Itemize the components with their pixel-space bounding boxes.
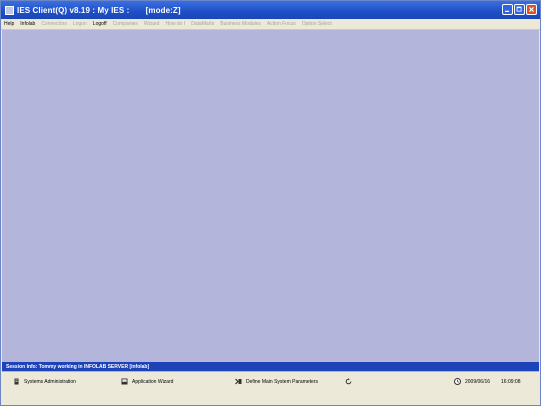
window-title: IES Client(Q) v8.19 : My IES : [mode:Z] (17, 5, 181, 15)
minimize-icon (505, 10, 510, 12)
app-icon[interactable] (5, 5, 14, 15)
maximize-button[interactable] (514, 4, 525, 15)
menu-action-focus[interactable]: Action Focus (264, 21, 299, 27)
menu-logon[interactable]: Logon (70, 21, 90, 27)
main-workspace[interactable] (2, 30, 539, 362)
application-wizard-label: Application Wizard (132, 378, 174, 385)
application-wizard-button[interactable]: Application Wizard (121, 378, 173, 385)
status-date: 2009/06/16 (465, 378, 491, 385)
session-info-bar: Session Info: Tommy working in INFOLAB S… (2, 362, 539, 371)
session-info-text: Session Info: Tommy working in INFOLAB S… (6, 363, 150, 370)
refresh-icon (345, 378, 352, 385)
close-button[interactable] (526, 4, 537, 15)
close-icon (529, 7, 534, 12)
clock-icon (454, 378, 461, 385)
menu-wizard[interactable]: Wizard (141, 21, 163, 27)
define-main-system-parameters-button[interactable]: Define Main System Parameters (235, 378, 318, 385)
ies-client-window: IES Client(Q) v8.19 : My IES : [mode:Z] … (0, 0, 541, 406)
menu-datamarts[interactable]: DataMarts (188, 21, 217, 27)
parameters-icon (235, 378, 242, 385)
menu-connectors[interactable]: Connectors (38, 21, 70, 27)
menu-infolab[interactable]: Infolab (17, 21, 38, 27)
systems-administration-label: Systems Administration (24, 378, 76, 385)
define-main-system-parameters-label: Define Main System Parameters (246, 378, 318, 385)
clock-area: 2009/06/16 16:09:08 (454, 378, 521, 385)
menu-companies[interactable]: Companies (110, 21, 141, 27)
wizard-icon (121, 378, 128, 385)
minimize-button[interactable] (502, 4, 513, 15)
window-bottom-strip (2, 392, 539, 405)
menu-logoff[interactable]: Logoff (90, 21, 110, 27)
window-controls (502, 4, 537, 15)
maximize-icon (516, 6, 522, 12)
menu-option-select[interactable]: Option Select (299, 21, 335, 27)
status-time: 16:09:08 (501, 378, 521, 385)
menu-bar: Help Infolab Connectors Logon Logoff Com… (1, 19, 540, 30)
refresh-button[interactable] (345, 378, 356, 385)
server-icon (14, 378, 19, 385)
menu-how-do-i[interactable]: How do I (162, 21, 188, 27)
menu-help[interactable]: Help (1, 21, 17, 27)
systems-administration-button[interactable]: Systems Administration (13, 378, 76, 385)
menu-business-modules[interactable]: Business Modules (217, 21, 264, 27)
title-bar[interactable]: IES Client(Q) v8.19 : My IES : [mode:Z] (1, 1, 540, 19)
status-bar: Systems Administration Application Wizar… (2, 371, 539, 392)
